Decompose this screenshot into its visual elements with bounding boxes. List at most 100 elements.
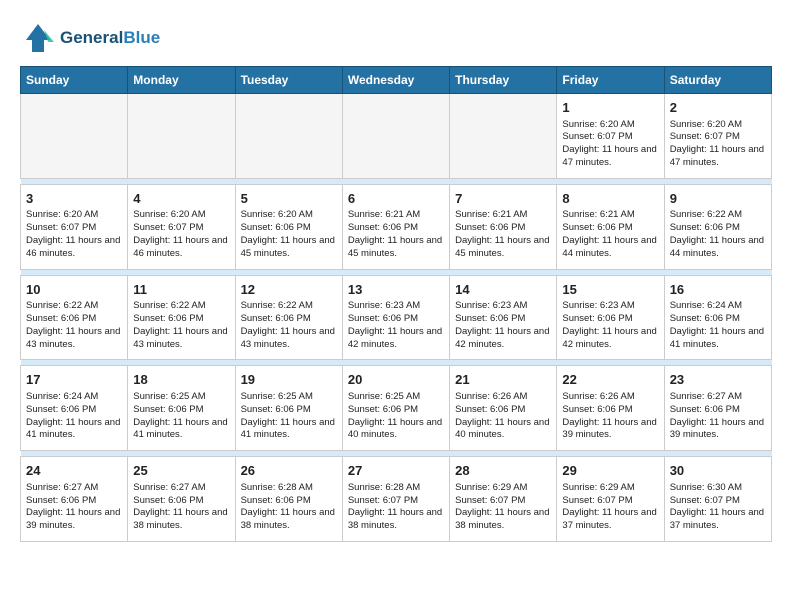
day-info: Sunset: 6:07 PM (670, 131, 766, 144)
day-number: 15 (562, 281, 658, 299)
calendar-table: SundayMondayTuesdayWednesdayThursdayFrid… (20, 66, 772, 542)
day-number: 5 (241, 190, 337, 208)
col-header-sunday: Sunday (21, 67, 128, 94)
day-info: Daylight: 11 hours and 43 minutes. (26, 326, 122, 352)
col-header-tuesday: Tuesday (235, 67, 342, 94)
day-info: Daylight: 11 hours and 38 minutes. (455, 507, 551, 533)
day-number: 3 (26, 190, 122, 208)
day-cell: 10Sunrise: 6:22 AMSunset: 6:06 PMDayligh… (21, 275, 128, 360)
day-info: Sunset: 6:06 PM (241, 313, 337, 326)
day-info: Daylight: 11 hours and 39 minutes. (26, 507, 122, 533)
day-cell: 27 Sunrise: 6:28 AMSunset: 6:07 PMDayligh… (342, 457, 449, 542)
day-number: 9 (670, 190, 766, 208)
day-info: Sunset: 6:06 PM (670, 404, 766, 417)
day-info: Sunrise: 6:22 AM (241, 300, 337, 313)
day-info: Sunset: 6:06 PM (241, 495, 337, 508)
day-info: Daylight: 11 hours and 38 minutes. (133, 507, 229, 533)
day-number: 18 (133, 371, 229, 389)
day-cell: 15Sunrise: 6:23 AMSunset: 6:06 PMDayligh… (557, 275, 664, 360)
day-info: Sunset: 6:06 PM (455, 222, 551, 235)
week-row-3: 10Sunrise: 6:22 AMSunset: 6:06 PMDayligh… (21, 275, 772, 360)
day-cell: 17Sunrise: 6:24 AMSunset: 6:06 PMDayligh… (21, 366, 128, 451)
day-info: Sunrise: 6:22 AM (670, 209, 766, 222)
day-number: 22 (562, 371, 658, 389)
day-number: 19 (241, 371, 337, 389)
day-info: Sunset: 6:06 PM (670, 313, 766, 326)
week-row-2: 3Sunrise: 6:20 AMSunset: 6:07 PMDaylight… (21, 184, 772, 269)
day-cell: 11Sunrise: 6:22 AMSunset: 6:06 PMDayligh… (128, 275, 235, 360)
day-number: 29 (562, 462, 658, 480)
day-info: Sunset: 6:06 PM (455, 313, 551, 326)
day-cell: 26Sunrise: 6:28 AMSunset: 6:06 PMDayligh… (235, 457, 342, 542)
day-info: Sunset: 6:07 PM (562, 495, 658, 508)
day-info: Daylight: 11 hours and 42 minutes. (562, 326, 658, 352)
day-cell: 23Sunrise: 6:27 AMSunset: 6:06 PMDayligh… (664, 366, 771, 451)
day-info: Daylight: 11 hours and 44 minutes. (562, 235, 658, 261)
day-cell: 14Sunrise: 6:23 AMSunset: 6:06 PMDayligh… (450, 275, 557, 360)
col-header-friday: Friday (557, 67, 664, 94)
day-cell: 18Sunrise: 6:25 AMSunset: 6:06 PMDayligh… (128, 366, 235, 451)
day-cell: 12Sunrise: 6:22 AMSunset: 6:06 PMDayligh… (235, 275, 342, 360)
day-number: 6 (348, 190, 444, 208)
day-number: 23 (670, 371, 766, 389)
day-info: Sunrise: 6:25 AM (133, 391, 229, 404)
day-info: Daylight: 11 hours and 44 minutes. (670, 235, 766, 261)
day-number: 20 (348, 371, 444, 389)
day-info: Sunset: 6:07 PM (26, 222, 122, 235)
day-info: Sunset: 6:07 PM (348, 495, 444, 508)
day-info: Daylight: 11 hours and 46 minutes. (133, 235, 229, 261)
day-info: Daylight: 11 hours and 43 minutes. (241, 326, 337, 352)
day-number: 14 (455, 281, 551, 299)
day-cell: 24Sunrise: 6:27 AMSunset: 6:06 PMDayligh… (21, 457, 128, 542)
day-info: Sunset: 6:06 PM (241, 222, 337, 235)
day-info: Sunrise: 6:20 AM (241, 209, 337, 222)
day-number: 1 (562, 99, 658, 117)
day-cell: 19Sunrise: 6:25 AMSunset: 6:06 PMDayligh… (235, 366, 342, 451)
day-info: Daylight: 11 hours and 47 minutes. (562, 144, 658, 170)
day-cell: 30Sunrise: 6:30 AMSunset: 6:07 PMDayligh… (664, 457, 771, 542)
col-header-saturday: Saturday (664, 67, 771, 94)
day-cell: 25 Sunrise: 6:27 AMSunset: 6:06 PMDayligh… (128, 457, 235, 542)
day-number: 25 (133, 462, 229, 480)
logo-text: GeneralBlue (60, 28, 160, 48)
day-info: Sunset: 6:06 PM (26, 404, 122, 417)
day-info: Sunrise: 6:24 AM (670, 300, 766, 313)
day-number: 30 (670, 462, 766, 480)
day-number: 27 (348, 462, 444, 480)
day-cell: 13Sunrise: 6:23 AMSunset: 6:06 PMDayligh… (342, 275, 449, 360)
day-cell: 9Sunrise: 6:22 AMSunset: 6:06 PMDaylight… (664, 184, 771, 269)
day-info: Sunset: 6:06 PM (133, 313, 229, 326)
day-info: Daylight: 11 hours and 38 minutes. (241, 507, 337, 533)
calendar-header-row: SundayMondayTuesdayWednesdayThursdayFrid… (21, 67, 772, 94)
day-info: Sunrise: 6:29 AM (562, 482, 658, 495)
day-info: Sunset: 6:06 PM (562, 404, 658, 417)
day-info: Daylight: 11 hours and 45 minutes. (348, 235, 444, 261)
day-info: Sunrise: 6:21 AM (562, 209, 658, 222)
col-header-monday: Monday (128, 67, 235, 94)
day-number: 11 (133, 281, 229, 299)
day-info: Sunset: 6:06 PM (133, 495, 229, 508)
day-number: 26 (241, 462, 337, 480)
day-cell (128, 94, 235, 179)
day-info: Daylight: 11 hours and 38 minutes. (348, 507, 444, 533)
day-info: Sunset: 6:06 PM (348, 222, 444, 235)
day-cell: 4Sunrise: 6:20 AMSunset: 6:07 PMDaylight… (128, 184, 235, 269)
day-info: Sunrise: 6:28 AM (348, 482, 444, 495)
header: GeneralBlue (20, 20, 772, 56)
day-info: Sunset: 6:06 PM (26, 313, 122, 326)
day-cell: 21Sunrise: 6:26 AMSunset: 6:06 PMDayligh… (450, 366, 557, 451)
day-info: Sunrise: 6:23 AM (562, 300, 658, 313)
day-info: Sunrise: 6:27 AM (133, 482, 229, 495)
day-cell: 1Sunrise: 6:20 AMSunset: 6:07 PMDaylight… (557, 94, 664, 179)
day-info: Sunrise: 6:20 AM (133, 209, 229, 222)
day-info: Sunrise: 6:30 AM (670, 482, 766, 495)
day-info: Daylight: 11 hours and 46 minutes. (26, 235, 122, 261)
day-info: Sunset: 6:07 PM (133, 222, 229, 235)
day-info: Sunset: 6:06 PM (348, 313, 444, 326)
day-number: 2 (670, 99, 766, 117)
day-number: 12 (241, 281, 337, 299)
day-info: Daylight: 11 hours and 42 minutes. (455, 326, 551, 352)
day-cell: 22Sunrise: 6:26 AMSunset: 6:06 PMDayligh… (557, 366, 664, 451)
day-cell: 3Sunrise: 6:20 AMSunset: 6:07 PMDaylight… (21, 184, 128, 269)
day-info: Sunset: 6:06 PM (133, 404, 229, 417)
